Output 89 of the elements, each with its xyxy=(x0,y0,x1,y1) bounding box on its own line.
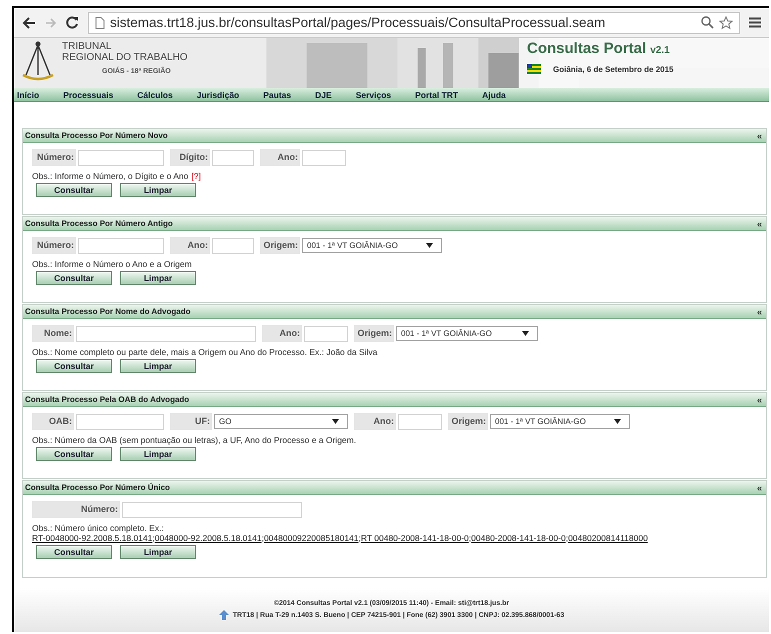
help-link[interactable]: [?] xyxy=(191,171,201,181)
arrow-up-icon[interactable] xyxy=(218,610,229,620)
court-name: REGIONAL DO TRABALHO xyxy=(62,52,188,63)
note-text: Obs.: Número da OAB (sem pontuação ou letras), a UF, Ano do Processo e a Origem. xyxy=(32,435,356,445)
example-link[interactable]: 0048000-92.2008.5.18.0141 xyxy=(154,533,262,543)
app-title: Consultas Portal xyxy=(527,40,646,57)
field-label: Dígito: xyxy=(170,149,210,166)
note-text: Obs.: Informe o Número o Ano e a Origem xyxy=(32,259,192,269)
menu-icon[interactable] xyxy=(749,17,761,28)
forward-icon[interactable] xyxy=(45,18,57,28)
field-label: UF: xyxy=(170,413,212,430)
dropdown[interactable]: 001 - 1ª VT GOIÂNIA-GO xyxy=(490,414,630,429)
input-field[interactable] xyxy=(76,414,164,430)
collapse-toggle[interactable]: « xyxy=(756,218,762,228)
caret-icon xyxy=(614,419,621,424)
example-link[interactable]: 00480009220085180141 xyxy=(264,533,358,543)
field-label: Número: xyxy=(32,501,120,518)
menu-item[interactable]: Jurisdição xyxy=(194,90,252,100)
back-icon[interactable] xyxy=(22,16,36,28)
form-button[interactable]: Limpar xyxy=(120,447,196,461)
dropdown[interactable]: GO xyxy=(214,414,348,429)
input-field[interactable] xyxy=(304,326,348,342)
dropdown[interactable]: 001 - 1ª VT GOIÂNIA-GO xyxy=(302,238,442,253)
menu-item[interactable]: Ajuda xyxy=(479,90,518,100)
input-field[interactable] xyxy=(76,326,256,342)
input-field[interactable] xyxy=(212,150,254,166)
field-label: Número: xyxy=(32,149,76,166)
input-field[interactable] xyxy=(78,150,164,166)
panel-title: Consulta Processo Pela OAB do Advogado xyxy=(25,395,190,404)
note-text: Obs.: Informe o Número, o Dígito e o Ano xyxy=(32,171,188,181)
date-text: Goiânia, 6 de Setembro de 2015 xyxy=(553,64,674,74)
menu-item[interactable]: Portal TRT xyxy=(412,90,470,100)
menu-item[interactable]: Serviços xyxy=(352,90,404,100)
form-button[interactable]: Limpar xyxy=(120,271,196,285)
field-label: Número: xyxy=(32,237,76,254)
field-label: Ano: xyxy=(262,325,302,342)
panel-title: Consulta Processo Por Número Novo xyxy=(25,131,168,140)
field-label: Ano: xyxy=(354,413,396,430)
flag-icon xyxy=(527,64,541,74)
menu-item[interactable]: Pautas xyxy=(260,90,304,100)
form-button[interactable]: Limpar xyxy=(120,359,196,373)
collapse-toggle[interactable]: « xyxy=(756,394,762,404)
scales-logo-icon xyxy=(20,41,56,81)
court-name: TRIBUNAL xyxy=(62,41,112,52)
form-button[interactable]: Limpar xyxy=(120,545,196,559)
collapse-toggle[interactable]: « xyxy=(756,482,762,492)
zoom-icon[interactable] xyxy=(701,16,714,29)
form-button[interactable]: Consultar xyxy=(36,545,112,559)
reload-icon[interactable] xyxy=(66,16,79,29)
field-label: OAB: xyxy=(32,413,74,430)
field-label: Origem: xyxy=(448,413,488,430)
form-button[interactable]: Limpar xyxy=(120,183,196,197)
note-text: Obs.: Nome completo ou parte dele, mais a Origem ou Ano do Processo. Ex.: João da Silva xyxy=(32,347,378,357)
caret-icon xyxy=(522,331,529,336)
input-field[interactable] xyxy=(302,150,346,166)
input-field[interactable] xyxy=(78,238,164,254)
star-icon[interactable] xyxy=(719,16,733,30)
form-button[interactable]: Consultar xyxy=(36,183,112,197)
panel-title: Consulta Processo Por Nome do Advogado xyxy=(25,307,191,316)
dropdown[interactable]: 001 - 1ª VT GOIÂNIA-GO xyxy=(396,326,538,341)
page-icon[interactable] xyxy=(95,16,105,28)
app-version: v2.1 xyxy=(650,45,670,56)
caret-icon xyxy=(332,419,339,424)
menu-item[interactable]: Início xyxy=(14,90,52,100)
menu-item[interactable]: DJE xyxy=(312,90,344,100)
field-label: Origem: xyxy=(260,237,300,254)
form-button[interactable]: Consultar xyxy=(36,271,112,285)
field-label: Ano: xyxy=(260,149,300,166)
form-button[interactable]: Consultar xyxy=(36,447,112,461)
input-field[interactable] xyxy=(212,238,254,254)
form-button[interactable]: Consultar xyxy=(36,359,112,373)
input-field[interactable] xyxy=(122,502,302,518)
field-label: Nome: xyxy=(32,325,74,342)
caret-icon xyxy=(426,243,433,248)
example-link[interactable]: 00480-2008-141-18-00-0 xyxy=(471,533,566,543)
example-link[interactable]: RT-0048000-92.2008.5.18.0141 xyxy=(32,533,152,543)
example-link[interactable]: 00480200814118000 xyxy=(568,533,648,543)
menu-item[interactable]: Cálculos xyxy=(134,90,185,100)
input-field[interactable] xyxy=(398,414,442,430)
collapse-toggle[interactable]: « xyxy=(756,130,762,140)
field-label: Origem: xyxy=(354,325,394,342)
collapse-toggle[interactable]: « xyxy=(756,306,762,316)
address-bar[interactable]: sistemas.trt18.jus.br/consultasPortal/pages/Processuais/ConsultaProcessual.seam xyxy=(88,12,740,34)
panel-title: Consulta Processo Por Número Único xyxy=(25,483,170,492)
example-link[interactable]: RT 00480-2008-141-18-00-0 xyxy=(360,533,469,543)
field-label: Ano: xyxy=(170,237,210,254)
menu-item[interactable]: Processuais xyxy=(60,90,126,100)
note-text: Obs.: Número único completo. Ex.: RT-0048000-92.2008.5.18.0141;0048000-92.2008.5.18.0141;00480009220085180141;RT 00480-2008-141-18-00-0;00480-2008-141-18-00-0;00480200814118000 xyxy=(32,523,649,543)
panel-title: Consulta Processo Por Número Antigo xyxy=(25,219,173,228)
